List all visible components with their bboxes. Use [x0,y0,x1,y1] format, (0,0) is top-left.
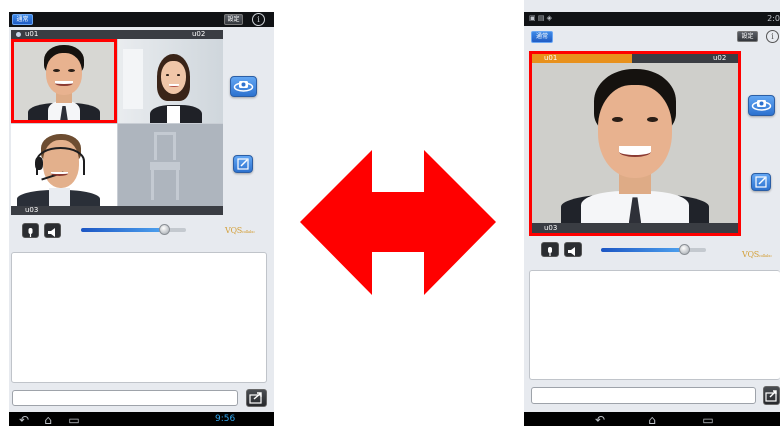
system-navigation-bar: ↶ ⌂ ▭ [524,412,780,426]
user-label-u01[interactable]: u01 [25,30,38,38]
microphone-icon [28,228,33,237]
participant-photo-u03 [11,124,117,206]
user-label-u03[interactable]: u03 [25,206,38,214]
volume-slider-handle[interactable] [159,224,170,235]
back-icon[interactable]: ↶ [592,414,608,426]
home-icon[interactable]: ⌂ [41,414,55,426]
video-panel: u01 u02 u03 [11,30,223,215]
volume-slider-fill [81,228,165,232]
volume-slider-handle[interactable] [679,244,690,255]
settings-button[interactable]: 設定 [737,31,758,42]
camera-switch-icon [233,81,254,92]
user-label-u03[interactable]: u03 [544,224,557,232]
participant-photo-u01-enlarged[interactable] [532,63,738,227]
camera-switch-button[interactable] [748,95,775,116]
edit-button[interactable] [233,155,253,173]
send-icon [765,390,777,402]
volume-slider-fill [601,248,685,252]
settings-button[interactable]: 設定 [224,14,243,25]
camera-switch-icon [751,100,772,111]
participant-photo-u01 [14,42,114,120]
brand-logo: VQScollabo [225,226,255,235]
video-tile-u03[interactable] [11,124,117,206]
microphone-button[interactable] [22,223,39,238]
right-device-screen: ▣ ▤ ◈ 2:0 通常 設定 i u01 u02 u03 VQScollabo… [524,0,780,426]
user-label-u02[interactable]: u02 [192,30,205,38]
user-label-u01[interactable]: u01 [544,54,557,62]
tab-normal[interactable]: 通常 [531,31,553,43]
participant-photo-u02 [118,39,223,123]
message-input[interactable] [531,387,756,404]
volume-slider[interactable] [81,224,186,236]
video-tile-empty [118,124,223,206]
edit-icon [755,176,767,188]
info-icon[interactable]: i [252,13,265,26]
edit-icon [237,158,249,170]
home-icon[interactable]: ⌂ [644,414,660,426]
send-button[interactable] [763,386,780,405]
empty-chair-icon [148,132,182,202]
speaker-icon [568,247,575,256]
recent-apps-icon[interactable]: ▭ [67,414,81,426]
speaker-button[interactable] [44,223,61,238]
chat-log[interactable] [11,252,267,383]
status-clock: 9:56 [215,414,236,424]
user-footer-bar [532,223,738,233]
send-button[interactable] [246,389,267,407]
system-navigation-bar: ↶ ⌂ ▭ 9:56 [9,412,274,426]
status-bar: ▣ ▤ ◈ 2:0 [524,12,780,26]
speaker-icon [48,228,55,237]
microphone-button[interactable] [541,242,559,257]
brand-logo: VQScollabo [742,250,772,259]
video-panel: u01 u02 u03 [529,51,741,236]
user-footer-bar [11,206,223,215]
chat-log[interactable] [529,270,780,380]
tab-normal[interactable]: 通常 [12,14,33,25]
recent-apps-icon[interactable]: ▭ [700,414,716,426]
camera-switch-button[interactable] [230,76,257,97]
microphone-icon [548,247,552,256]
speaker-button[interactable] [564,242,582,257]
volume-slider[interactable] [601,244,706,256]
swap-arrow-icon [300,150,496,295]
send-icon [249,392,262,404]
message-input[interactable] [12,390,238,406]
status-dot-icon [16,32,21,37]
back-icon[interactable]: ↶ [17,414,31,426]
video-tile-u02[interactable] [118,39,223,123]
edit-button[interactable] [751,173,771,191]
status-clock: 2:0 [767,14,780,23]
left-device-screen: 通常 設定 i u01 u02 u03 VQScollabo ↶ ⌂ ▭ 9:5… [9,12,274,426]
video-tile-u01[interactable] [11,39,117,123]
notification-icons: ▣ ▤ ◈ [529,14,553,22]
user-label-u02[interactable]: u02 [713,54,726,62]
info-icon[interactable]: i [766,30,779,43]
